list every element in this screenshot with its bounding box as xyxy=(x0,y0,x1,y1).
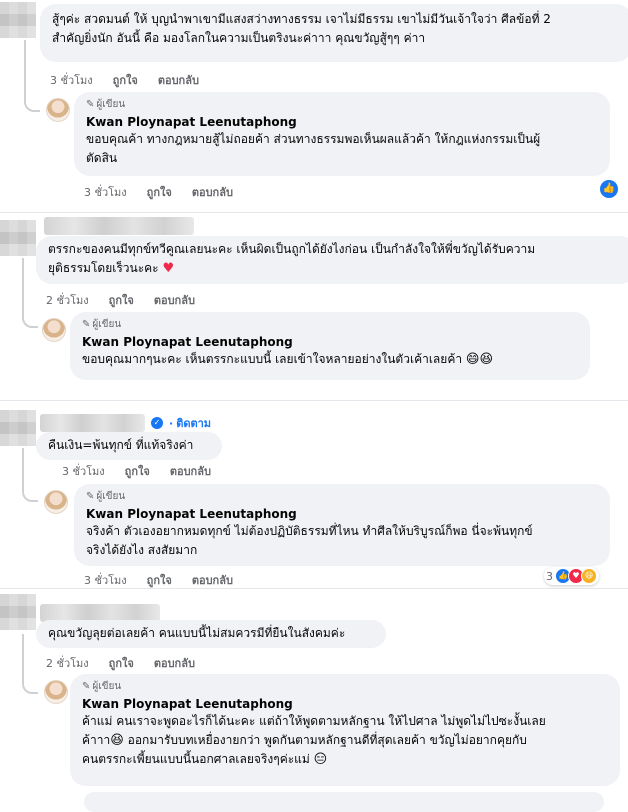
reply-actions: 3 ชั่วโมง ถูกใจ ตอบกลับ xyxy=(84,183,233,201)
reply-time[interactable]: 3 ชั่วโมง xyxy=(84,571,127,589)
reply-text: ค้าแม่ คนเราจะพูดอะไรก็ได้นะคะ แต่ถ้าให้… xyxy=(82,714,546,728)
author-badge: ✎ ผู้เขียน xyxy=(86,99,126,110)
comment-actions: 3 ชั่วโมง ถูกใจ ตอบกลับ xyxy=(50,71,199,89)
reply-bubble: ✎ ผู้เขียน Kwan Ploynapat Leenutaphong ขอ… xyxy=(70,312,590,380)
comment-text-line: ยุติธรรมโดยเร็วนะคะ ♥ xyxy=(48,261,175,276)
divider xyxy=(0,212,628,213)
author-name[interactable]: Kwan Ploynapat Leenutaphong xyxy=(82,696,608,712)
laugh-emoji: 😄😆 xyxy=(465,352,494,367)
comment-text: คุณขวัญลุยต่อเลยค้า คนแบบนี้ไม่สมควรมีที… xyxy=(48,626,346,640)
comment-time[interactable]: 3 ชั่วโมง xyxy=(62,462,105,480)
author-badge: ✎ ผู้เขียน xyxy=(82,319,122,330)
reply-text: จริงได้ยังไง สงสัยมาก xyxy=(86,543,198,557)
next-reply-bubble-partial xyxy=(84,792,604,812)
thread-line xyxy=(22,634,24,682)
author-name[interactable]: Kwan Ploynapat Leenutaphong xyxy=(82,334,578,350)
like-button[interactable]: ถูกใจ xyxy=(125,462,150,480)
reaction-count: 3 xyxy=(546,569,553,583)
verified-icon: ✓ xyxy=(151,417,163,429)
thread-line xyxy=(22,258,24,316)
comment-text: สู้ๆค่ะ สวดมนต์ ให้ บุญนำพาเขามีแสงสว่าง… xyxy=(52,12,551,26)
pen-icon: ✎ xyxy=(82,681,91,692)
reply-text: ขอบคุณค้า ทางกฎหมายสู้ไม่ถอยค้า ส่วนทางธ… xyxy=(86,132,541,146)
comment-bubble: คุณขวัญลุยต่อเลยค้า คนแบบนี้ไม่สมควรมีที… xyxy=(36,620,386,648)
reply-button[interactable]: ตอบกลับ xyxy=(192,183,233,201)
reply-text: จริงค้า ตัวเองอยากหมดทุกข์ ไม่ต้องปฏิบัต… xyxy=(86,524,533,538)
author-name[interactable]: Kwan Ploynapat Leenutaphong xyxy=(86,114,598,130)
thread-line xyxy=(22,448,24,490)
follow-button[interactable]: · ติดตาม xyxy=(169,414,211,432)
comment-text: สำคัญยิ่งนัก อันนี้ คือ มองโลกในความเป็น… xyxy=(52,31,426,45)
commenter-name-blurred[interactable] xyxy=(40,414,145,432)
like-button[interactable]: ถูกใจ xyxy=(147,571,172,589)
like-button[interactable]: ถูกใจ xyxy=(109,291,134,309)
commenter-avatar[interactable] xyxy=(0,594,36,630)
thread-connector xyxy=(22,486,38,502)
commenter-avatar[interactable] xyxy=(0,2,36,38)
comment-bubble: ตรรกะของคนมีทุกข์ทวีคูณเลยนะคะ เห็นผิดเป… xyxy=(36,236,628,284)
thread-connector xyxy=(22,312,38,328)
reply-button[interactable]: ตอบกลับ xyxy=(158,71,199,89)
reply-button[interactable]: ตอบกลับ xyxy=(154,654,195,672)
like-button[interactable]: ถูกใจ xyxy=(147,183,172,201)
reply-actions: 3 ชั่วโมง ถูกใจ ตอบกลับ xyxy=(84,571,233,589)
heart-emoji: ♥ xyxy=(162,261,175,276)
reply-bubble: ✎ ผู้เขียน Kwan Ploynapat Leenutaphong ค้… xyxy=(70,674,620,786)
laugh-emoji: 😆 xyxy=(110,733,124,748)
author-name[interactable]: Kwan Ploynapat Leenutaphong xyxy=(86,506,598,522)
commenter-avatar[interactable] xyxy=(0,220,36,256)
expressionless-emoji: 😑 xyxy=(313,752,328,767)
reaction-summary[interactable]: 3 👍 ♥ 😆 xyxy=(544,567,599,585)
thread-connector xyxy=(24,96,40,112)
pen-icon: ✎ xyxy=(86,99,95,110)
reply-button[interactable]: ตอบกลับ xyxy=(192,571,233,589)
comment-text: ตรรกะของคนมีทุกข์ทวีคูณเลยนะคะ เห็นผิดเป… xyxy=(48,242,536,256)
reply-text-line: คนตรรกะเพี้ยนแบบนี้นอกศาลเลยจริงๆค่ะแม่ … xyxy=(82,752,328,767)
comment-actions: 2 ชั่วโมง ถูกใจ ตอบกลับ xyxy=(46,654,195,672)
thread-connector xyxy=(22,678,38,694)
comment-actions: 3 ชั่วโมง ถูกใจ ตอบกลับ xyxy=(62,462,211,480)
pen-icon: ✎ xyxy=(86,491,95,502)
comment-time[interactable]: 2 ชั่วโมง xyxy=(46,291,89,309)
commenter-name-blurred[interactable] xyxy=(44,217,194,235)
author-avatar[interactable] xyxy=(42,318,66,342)
thread-line xyxy=(24,40,26,98)
author-avatar[interactable] xyxy=(44,680,68,704)
commenter-avatar[interactable] xyxy=(0,410,36,446)
comment-time[interactable]: 3 ชั่วโมง xyxy=(50,71,93,89)
author-badge: ✎ ผู้เขียน xyxy=(86,491,126,502)
comment-bubble: สู้ๆค่ะ สวดมนต์ ให้ บุญนำพาเขามีแสงสว่าง… xyxy=(40,4,628,62)
divider xyxy=(0,400,628,401)
like-icon[interactable]: 👍 xyxy=(600,180,618,198)
divider xyxy=(0,588,628,589)
reply-time[interactable]: 3 ชั่วโมง xyxy=(84,183,127,201)
author-badge: ✎ ผู้เขียน xyxy=(82,681,122,692)
like-button[interactable]: ถูกใจ xyxy=(113,71,138,89)
reply-text-line: ขอบคุณมากๆนะคะ เห็นตรรกะแบบนี้ เลยเข้าใจ… xyxy=(82,352,494,367)
comment-actions: 2 ชั่วโมง ถูกใจ ตอบกลับ xyxy=(46,291,195,309)
haha-icon: 😆 xyxy=(581,568,597,584)
pen-icon: ✎ xyxy=(82,319,91,330)
reply-text: ตัดสิน xyxy=(86,151,118,165)
reply-text-line: ค้าาา😆 ออกมารับบทเหยื่องายกว่า พูดกันตาม… xyxy=(82,733,527,748)
comment-bubble: คืนเงิน=พ้นทุกข์ ที่แท้จริงค่า xyxy=(36,432,222,460)
comment-text: คืนเงิน=พ้นทุกข์ ที่แท้จริงค่า xyxy=(48,438,194,452)
reply-bubble: ✎ ผู้เขียน Kwan Ploynapat Leenutaphong ขอ… xyxy=(74,92,610,176)
reply-bubble: ✎ ผู้เขียน Kwan Ploynapat Leenutaphong จร… xyxy=(74,484,610,566)
author-avatar[interactable] xyxy=(46,98,70,122)
reply-button[interactable]: ตอบกลับ xyxy=(170,462,211,480)
author-avatar[interactable] xyxy=(44,490,68,514)
commenter-header: ✓ · ติดตาม xyxy=(40,414,211,432)
reply-button[interactable]: ตอบกลับ xyxy=(154,291,195,309)
like-button[interactable]: ถูกใจ xyxy=(109,654,134,672)
comment-time[interactable]: 2 ชั่วโมง xyxy=(46,654,89,672)
